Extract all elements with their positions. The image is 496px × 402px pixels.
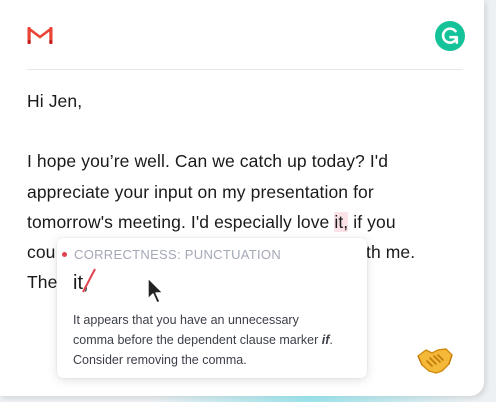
- handshake-icon[interactable]: [416, 344, 454, 381]
- bottom-glow: [150, 396, 470, 402]
- body-text-segment: if you: [348, 212, 396, 232]
- email-body-line-partial[interactable]: The: [27, 272, 57, 293]
- email-greeting[interactable]: Hi Jen,: [27, 91, 82, 112]
- email-compose-card: Hi Jen, I hope you’re well. Can we catch…: [0, 0, 484, 396]
- header-divider: [27, 69, 463, 70]
- suggestion-category: CORRECTNESS: PUNCTUATION: [74, 247, 282, 262]
- suggestion-replacement[interactable]: it,: [73, 268, 97, 295]
- explanation-text: .: [329, 333, 333, 347]
- flagged-word-highlight[interactable]: it,: [334, 212, 349, 232]
- suggestion-explanation: It appears that you have an unnecessary …: [73, 310, 363, 370]
- removed-comma: ,: [82, 268, 97, 295]
- cursor-icon: [146, 277, 166, 310]
- email-body-line[interactable]: appreciate your input on my presentation…: [27, 182, 374, 203]
- email-body-line[interactable]: I hope you’re well. Can we catch up toda…: [27, 151, 388, 172]
- error-dot-icon: [62, 252, 67, 257]
- grammarly-icon[interactable]: [435, 21, 465, 51]
- explanation-line: comma before the dependent clause marker…: [73, 330, 363, 350]
- explanation-text: comma before the dependent clause marker: [73, 333, 322, 347]
- grammarly-suggestion-card[interactable]: CORRECTNESS: PUNCTUATION it, It appears …: [57, 238, 367, 378]
- gmail-icon: [27, 25, 53, 45]
- explanation-line: Consider removing the comma.: [73, 353, 247, 367]
- email-body-line[interactable]: tomorrow's meeting. I'd especially love …: [27, 212, 396, 233]
- explanation-line: It appears that you have an unnecessary: [73, 313, 299, 327]
- strike-icon: [82, 268, 96, 293]
- body-text-segment: tomorrow's meeting. I'd especially love: [27, 212, 335, 232]
- email-body-line-partial[interactable]: th me.: [366, 242, 415, 263]
- email-body-line-partial[interactable]: cou: [27, 242, 56, 263]
